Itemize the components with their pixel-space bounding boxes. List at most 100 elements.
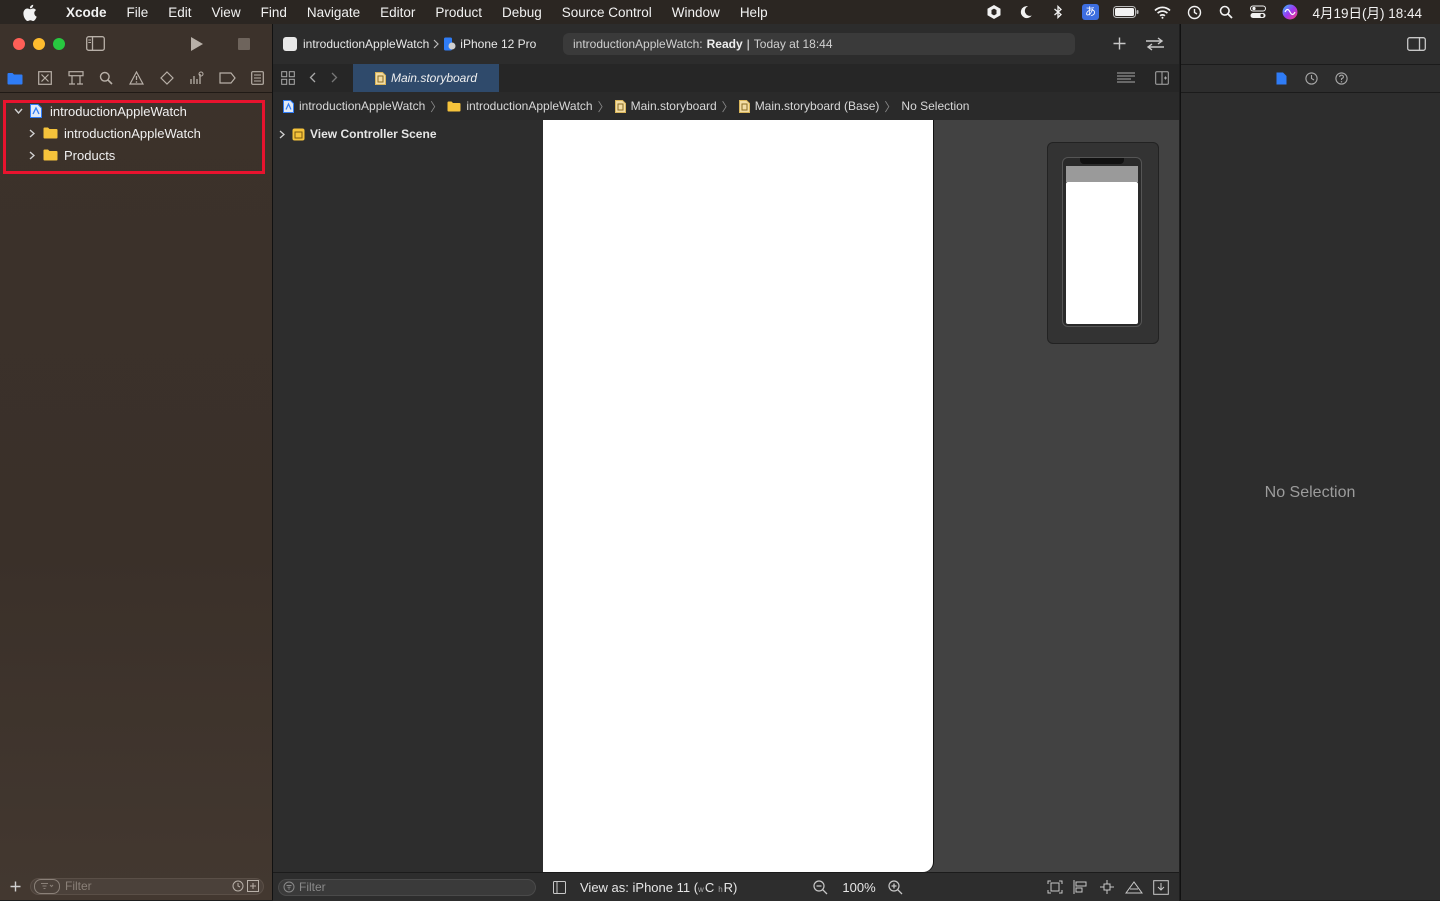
issue-navigator-icon[interactable] bbox=[122, 64, 150, 92]
scheme-name[interactable]: introductionAppleWatch bbox=[303, 37, 429, 51]
tree-item-label: Products bbox=[64, 147, 116, 163]
battery-icon[interactable] bbox=[1106, 6, 1146, 18]
update-frames-icon[interactable] bbox=[1047, 880, 1063, 894]
symbol-navigator-icon[interactable] bbox=[62, 64, 90, 92]
breadcrumb-project[interactable]: introductionAppleWatch bbox=[283, 99, 425, 113]
view-as-device-button[interactable]: View as: iPhone 11 ( w C h R) bbox=[580, 880, 737, 895]
app-scheme-icon[interactable] bbox=[283, 37, 297, 51]
toggle-outline-icon[interactable] bbox=[553, 880, 566, 894]
tree-item-project[interactable]: introductionAppleWatch bbox=[0, 100, 272, 122]
menu-bar: Xcode File Edit View Find Navigate Edito… bbox=[0, 0, 1440, 24]
tree-item-label: introductionAppleWatch bbox=[64, 125, 201, 141]
quick-help-icon[interactable] bbox=[1326, 71, 1356, 85]
height-size-class: R) bbox=[723, 879, 738, 895]
zoom-out-icon[interactable] bbox=[813, 879, 828, 895]
menu-help[interactable]: Help bbox=[730, 5, 778, 20]
status-area: あ 4月19日(月) 18:44 bbox=[978, 0, 1440, 24]
navigator-filter-input[interactable]: Filter bbox=[65, 879, 232, 893]
view-controller-screen[interactable] bbox=[543, 120, 933, 872]
time-machine-icon[interactable] bbox=[1178, 5, 1210, 20]
related-items-grid-icon[interactable] bbox=[281, 71, 295, 85]
breadcrumb-group[interactable]: introductionAppleWatch bbox=[447, 99, 593, 113]
chevron-right-icon[interactable] bbox=[26, 150, 38, 160]
menu-debug[interactable]: Debug bbox=[492, 5, 552, 20]
tree-item-group-app[interactable]: introductionAppleWatch bbox=[0, 122, 272, 144]
editor-options-icon[interactable] bbox=[1117, 72, 1135, 84]
menu-window[interactable]: Window bbox=[662, 5, 730, 20]
embed-in-icon[interactable] bbox=[1153, 879, 1169, 895]
minimize-window-button[interactable] bbox=[33, 38, 45, 50]
stop-icon[interactable] bbox=[238, 38, 250, 50]
run-destination[interactable]: iPhone 12 Pro bbox=[460, 37, 536, 51]
do-not-disturb-icon[interactable] bbox=[1010, 5, 1042, 19]
library-add-icon[interactable] bbox=[1113, 37, 1126, 50]
minimap-status-area bbox=[1066, 166, 1138, 182]
run-icon[interactable] bbox=[190, 36, 204, 52]
recent-files-icon[interactable] bbox=[232, 880, 244, 892]
storyboard-canvas[interactable] bbox=[543, 120, 1179, 872]
split-editor-icon[interactable] bbox=[1155, 71, 1169, 85]
menu-view[interactable]: View bbox=[202, 5, 251, 20]
history-inspector-icon[interactable] bbox=[1296, 71, 1326, 85]
chevron-right-icon[interactable] bbox=[26, 128, 38, 138]
input-method-icon[interactable]: あ bbox=[1074, 4, 1106, 20]
resolve-autolayout-icon[interactable] bbox=[1125, 880, 1143, 894]
menu-find[interactable]: Find bbox=[251, 5, 297, 20]
control-center-icon[interactable] bbox=[1242, 5, 1274, 19]
forward-arrow-icon[interactable] bbox=[331, 72, 338, 83]
source-control-navigator-icon[interactable] bbox=[31, 64, 59, 92]
tab-main-storyboard[interactable]: Main.storyboard bbox=[353, 64, 499, 92]
find-navigator-icon[interactable] bbox=[92, 64, 120, 92]
spotlight-search-icon[interactable] bbox=[1210, 5, 1242, 19]
zoom-in-icon[interactable] bbox=[888, 879, 903, 895]
tree-item-group-products[interactable]: Products bbox=[0, 144, 272, 166]
filter-options-icon[interactable] bbox=[34, 878, 60, 894]
bluetooth-icon[interactable] bbox=[1042, 5, 1074, 19]
inspector-panel: No Selection bbox=[1180, 24, 1440, 900]
close-window-button[interactable] bbox=[13, 38, 25, 50]
breadcrumb-label: Main.storyboard (Base) bbox=[754, 99, 880, 113]
code-review-icon[interactable] bbox=[1145, 37, 1165, 51]
report-navigator-icon[interactable] bbox=[244, 64, 272, 92]
canvas-minimap[interactable] bbox=[1047, 142, 1159, 344]
view-as-label: View as: iPhone 11 ( bbox=[580, 879, 699, 895]
toggle-navigator-icon[interactable] bbox=[86, 36, 105, 51]
breakpoint-navigator-icon[interactable] bbox=[213, 64, 241, 92]
chevron-right-icon[interactable] bbox=[279, 130, 289, 139]
outline-filter-input[interactable]: Filter bbox=[299, 880, 326, 894]
file-inspector-icon[interactable] bbox=[1266, 72, 1296, 85]
menu-source-control[interactable]: Source Control bbox=[552, 5, 662, 20]
menu-edit[interactable]: Edit bbox=[158, 5, 201, 20]
menu-file[interactable]: File bbox=[117, 5, 159, 20]
app-status-icon[interactable] bbox=[978, 4, 1010, 20]
menubar-clock[interactable]: 4月19日(月) 18:44 bbox=[1306, 2, 1440, 22]
source-control-filter-icon[interactable] bbox=[247, 880, 259, 892]
activity-project: introductionAppleWatch: bbox=[573, 37, 703, 51]
project-navigator-folder-icon[interactable] bbox=[1, 64, 29, 92]
outline-filter-input-wrap[interactable]: Filter bbox=[278, 878, 536, 896]
breadcrumb-file[interactable]: Main.storyboard bbox=[614, 99, 717, 113]
debug-navigator-icon[interactable] bbox=[183, 64, 211, 92]
menu-navigate[interactable]: Navigate bbox=[297, 5, 370, 20]
activity-status: Ready bbox=[706, 37, 743, 51]
align-icon[interactable] bbox=[1073, 880, 1089, 894]
menu-xcode[interactable]: Xcode bbox=[56, 5, 117, 20]
outline-item-view-controller-scene[interactable]: View Controller Scene bbox=[279, 126, 437, 142]
tab-label: Main.storyboard bbox=[390, 71, 478, 85]
breadcrumb-selection[interactable]: No Selection bbox=[901, 99, 969, 113]
navigator-filter-input-wrap[interactable]: Filter bbox=[30, 877, 264, 895]
add-file-icon[interactable] bbox=[10, 881, 21, 892]
zoom-window-button[interactable] bbox=[53, 38, 65, 50]
toggle-inspector-icon[interactable] bbox=[1407, 37, 1426, 51]
apple-menu-icon[interactable] bbox=[18, 4, 40, 21]
back-arrow-icon[interactable] bbox=[309, 72, 316, 83]
width-size-class: C bbox=[704, 879, 715, 895]
wifi-icon[interactable] bbox=[1146, 6, 1178, 19]
menu-product[interactable]: Product bbox=[425, 5, 492, 20]
add-constraints-icon[interactable] bbox=[1099, 880, 1115, 894]
menu-editor[interactable]: Editor bbox=[370, 5, 425, 20]
chevron-down-icon[interactable] bbox=[12, 108, 24, 114]
test-navigator-icon[interactable] bbox=[153, 64, 181, 92]
siri-icon[interactable] bbox=[1274, 4, 1306, 20]
breadcrumb-localization[interactable]: Main.storyboard (Base) bbox=[738, 99, 880, 113]
